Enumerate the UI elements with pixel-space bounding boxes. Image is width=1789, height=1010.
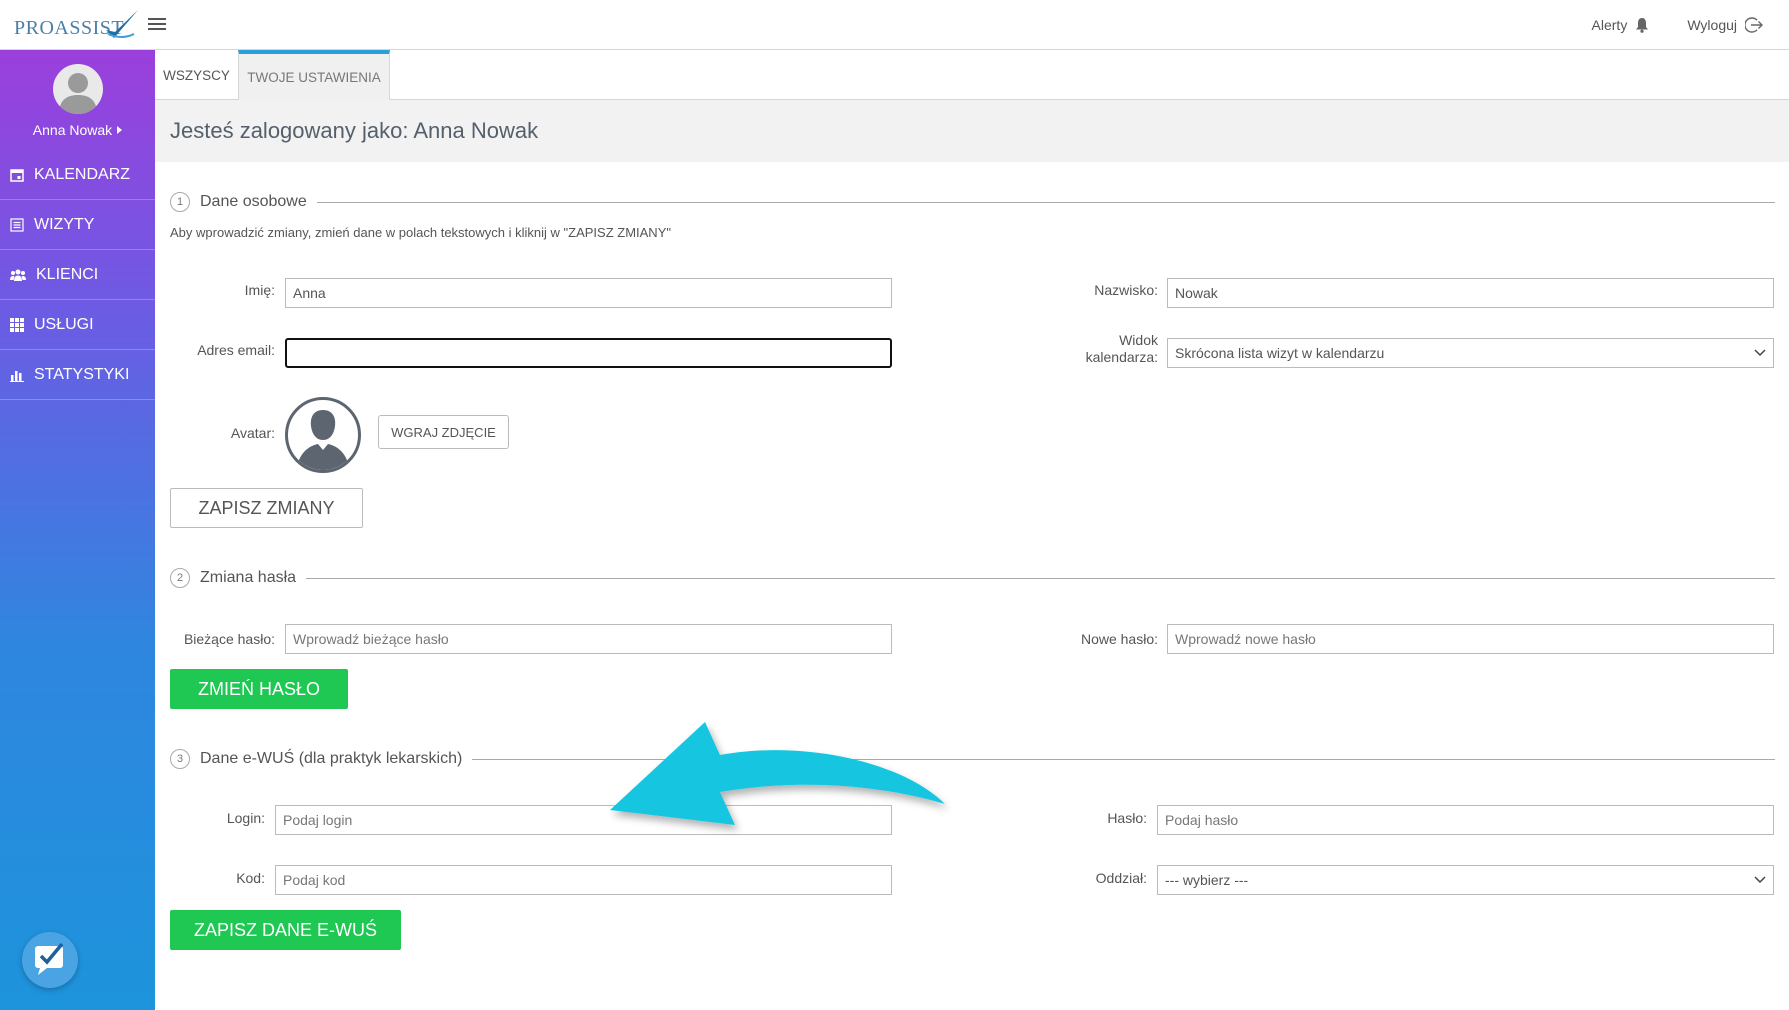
alerts-label: Alerty [1591, 17, 1628, 33]
chevron-down-icon [1754, 876, 1766, 884]
tab-your-settings[interactable]: TWOJE USTAWIENIA [238, 50, 390, 100]
section-title: Zmiana hasła [200, 569, 297, 586]
email-label: Adres email: [197, 342, 275, 358]
caret-right-icon [117, 126, 123, 134]
email-field[interactable] [285, 338, 892, 368]
user-name: Anna Nowak [32, 122, 113, 138]
grid-icon [10, 317, 24, 332]
avatar-label: Avatar: [230, 425, 275, 441]
branch-label: Oddział: [1095, 870, 1147, 886]
section-personal-data-header: 1 Dane osobowe [170, 192, 1775, 212]
app-logo[interactable]: PROASSIST [14, 8, 138, 42]
current-password-label: Bieżące hasło: [183, 631, 275, 647]
section-divider [306, 577, 1775, 579]
last-name-label: Nazwisko: [1094, 282, 1158, 298]
section-divider [472, 758, 1775, 760]
chat-widget-button[interactable] [22, 932, 78, 988]
calendar-icon [10, 168, 24, 182]
ewus-login-field[interactable] [275, 805, 892, 835]
chart-icon [10, 370, 24, 382]
new-password-field[interactable] [1167, 624, 1774, 654]
save-changes-button[interactable]: ZAPISZ ZMIANY [170, 488, 363, 528]
tab-bar: WSZYSCY TWOJE USTAWIENIA [155, 50, 1789, 100]
sidebar-item-label: KALENDARZ [34, 165, 131, 183]
current-password-field[interactable] [285, 624, 892, 654]
section-ewus-header: 3 Dane e-WUŚ (dla praktyk lekarskich) [170, 749, 1775, 769]
avatar-preview [285, 397, 361, 473]
first-name-label: Imię: [244, 282, 275, 298]
ewus-password-field[interactable] [1157, 805, 1774, 835]
sidebar-item-label: STATYSTYKI [34, 365, 130, 383]
last-name-field[interactable] [1167, 278, 1774, 308]
calendar-view-select[interactable]: Skrócona lista wizyt w kalendarzu [1167, 338, 1774, 368]
top-bar: PROASSIST Alerty Wyloguj [0, 0, 1789, 50]
logout-link[interactable]: Wyloguj [1687, 16, 1763, 34]
top-right-links: Alerty Wyloguj [1592, 0, 1789, 50]
sidebar-item-statystyki[interactable]: STATYSTYKI [0, 350, 155, 400]
chat-check-icon [35, 942, 64, 975]
change-password-button[interactable]: ZMIEŃ HASŁO [170, 669, 348, 709]
sidebar-item-klienci[interactable]: KLIENCI [0, 250, 155, 300]
section-title: Dane osobowe [200, 193, 307, 210]
logout-label: Wyloguj [1687, 17, 1737, 33]
calendar-view-label-line2: kalendarza: [1085, 349, 1158, 365]
new-password-label: Nowe hasło: [1080, 631, 1158, 647]
sidebar-item-uslugi[interactable]: USŁUGI [0, 300, 155, 350]
clients-icon [10, 269, 26, 281]
page-header: Jesteś zalogowany jako: Anna Nowak [155, 100, 1789, 162]
user-avatar[interactable] [52, 64, 103, 114]
menu-toggle-icon[interactable] [148, 15, 166, 33]
sidebar-item-kalendarz[interactable]: KALENDARZ [0, 150, 155, 200]
code-label: Kod: [236, 870, 265, 886]
user-block: Anna Nowak [0, 50, 155, 150]
first-name-field[interactable] [285, 278, 892, 308]
calendar-view-label: Widok kalendarza: [1035, 332, 1158, 366]
branch-value: --- wybierz --- [1165, 872, 1249, 888]
upload-photo-button[interactable]: WGRAJ ZDJĘCIE [378, 415, 509, 449]
sidebar-item-label: WIZYTY [34, 215, 95, 233]
user-silhouette-icon [58, 73, 97, 114]
alerts-link[interactable]: Alerty [1592, 17, 1650, 33]
user-silhouette-icon [296, 410, 350, 470]
login-label: Login: [226, 810, 265, 826]
sidebar-item-wizyty[interactable]: WIZYTY [0, 200, 155, 250]
page-title: Jesteś zalogowany jako: Anna Nowak [170, 118, 539, 143]
sidebar-item-label: USŁUGI [34, 315, 94, 333]
step-number: 1 [170, 192, 190, 212]
ewus-code-field[interactable] [275, 865, 892, 895]
logout-icon [1745, 17, 1763, 33]
list-icon [10, 217, 24, 232]
user-menu[interactable]: Anna Nowak [32, 122, 123, 138]
sidebar: Anna Nowak KALENDARZ WIZYTY KLIENCI USŁU… [0, 50, 155, 1010]
chevron-down-icon [1754, 349, 1766, 357]
bell-icon [1636, 18, 1649, 33]
personal-data-hint: Aby wprowadzić zmiany, zmień dane w pola… [170, 225, 671, 240]
section-divider [316, 201, 1775, 203]
ewus-password-label: Hasło: [1107, 810, 1147, 826]
calendar-view-value: Skrócona lista wizyt w kalendarzu [1175, 345, 1385, 361]
step-number: 3 [170, 749, 190, 769]
sidebar-item-label: KLIENCI [36, 265, 99, 283]
logo-check-icon [106, 10, 138, 38]
step-number: 2 [170, 568, 190, 588]
calendar-view-label-line1: Widok [1119, 332, 1158, 348]
branch-select[interactable]: --- wybierz --- [1157, 865, 1774, 895]
section-password-header: 2 Zmiana hasła [170, 568, 1775, 588]
tab-all[interactable]: WSZYSCY [155, 50, 238, 100]
save-ewus-button[interactable]: ZAPISZ DANE E-WUŚ [170, 910, 401, 950]
main-content: WSZYSCY TWOJE USTAWIENIA Jesteś zalogowa… [155, 50, 1789, 1010]
section-title: Dane e-WUŚ (dla praktyk lekarskich) [200, 750, 463, 767]
